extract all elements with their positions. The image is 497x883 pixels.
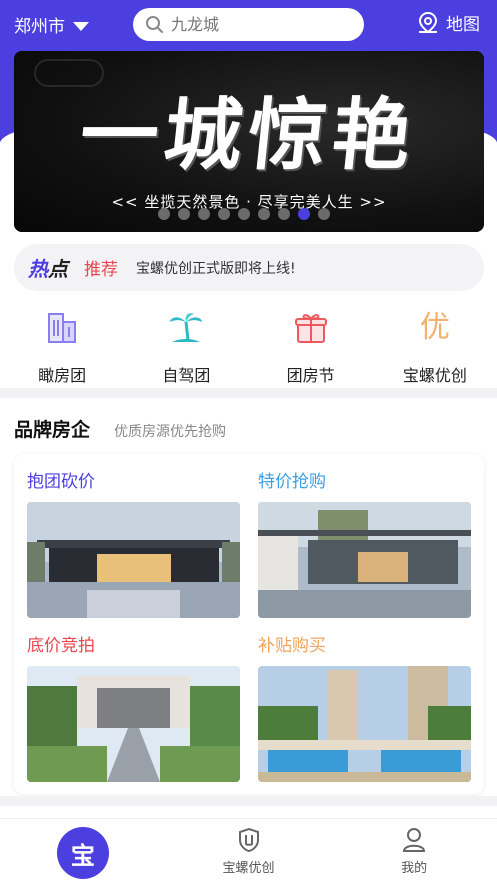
banner-title: 一城惊艳: [75, 90, 422, 181]
map-button[interactable]: 地图: [416, 10, 480, 35]
section-divider: [0, 388, 497, 398]
you-badge-icon: 优: [415, 308, 455, 348]
you-glyph: 优: [419, 310, 450, 345]
section-divider: [0, 796, 497, 806]
carousel-dot[interactable]: [218, 208, 230, 220]
carousel-dot[interactable]: [198, 208, 210, 220]
carousel-dot[interactable]: [278, 208, 290, 220]
search-bar[interactable]: [133, 8, 364, 41]
carousel-dot[interactable]: [318, 208, 330, 220]
map-pin-icon: [418, 11, 438, 33]
news-ticker[interactable]: 热点 推荐 宝螺优创正式版即将上线!: [14, 244, 484, 291]
tile-label-baotuan[interactable]: 抱团砍价: [27, 467, 95, 492]
category-label: 宝螺优创: [402, 366, 467, 385]
home-bao-icon: 宝: [56, 827, 109, 879]
tab-home[interactable]: 宝: [0, 819, 166, 883]
bottom-tab-bar: 宝 宝螺优创 我的: [0, 818, 497, 883]
section-subtitle: 优质房源优先抢购: [114, 424, 226, 440]
search-icon: [146, 15, 163, 33]
hot-logo: 热点: [28, 253, 68, 282]
recommend-tag: 推荐: [84, 260, 118, 280]
category-kanfangtuan[interactable]: 瞰房团: [0, 300, 124, 386]
promo-banner[interactable]: 一城惊艳 << 坐揽天然景色 · 尽享完美人生 >>: [14, 51, 484, 232]
category-zijiatuan[interactable]: 自驾团: [124, 300, 248, 386]
hot-logo-b: 点: [48, 257, 68, 281]
gift-icon: [291, 308, 331, 348]
brand-card: 抱团砍价 特价抢购 底价竞拍 补贴购买: [14, 454, 484, 794]
palm-tree-icon: [166, 308, 206, 348]
carousel-dot[interactable]: [298, 208, 310, 220]
search-input[interactable]: [171, 15, 351, 34]
category-label: 瞰房团: [38, 366, 87, 385]
tile-label-butie[interactable]: 补贴购买: [258, 631, 326, 656]
category-grid: 瞰房团 自驾团 团房节 优 宝螺优创: [0, 300, 497, 386]
category-label: 自驾团: [162, 366, 211, 385]
map-label: 地图: [446, 15, 480, 35]
carousel-dot[interactable]: [238, 208, 250, 220]
tile-label-tejia[interactable]: 特价抢购: [258, 467, 326, 492]
photo-pool-garden[interactable]: [258, 666, 471, 782]
hot-logo-a: 热: [28, 257, 48, 281]
category-tuanfangjie[interactable]: 团房节: [249, 300, 373, 386]
caret-down-icon: [73, 21, 89, 31]
carousel-dot[interactable]: [258, 208, 270, 220]
carousel-dot[interactable]: [158, 208, 170, 220]
shield-icon: [238, 827, 259, 852]
category-baoluoyouchuang[interactable]: 优 宝螺优创: [373, 300, 497, 386]
carousel-indicator[interactable]: [158, 208, 330, 220]
tab-label: 宝螺优创: [222, 860, 275, 876]
news-text: 宝螺优创正式版即将上线!: [136, 260, 296, 277]
city-selector[interactable]: 郑州市: [14, 12, 89, 37]
section-title: 品牌房企: [14, 419, 91, 441]
tab-label: 我的: [401, 860, 428, 876]
carousel-dot[interactable]: [178, 208, 190, 220]
tab-mine[interactable]: 我的: [331, 819, 497, 883]
tab-baoluoyouchuang[interactable]: 宝螺优创: [166, 819, 332, 883]
user-icon: [403, 827, 426, 852]
photo-courtyard[interactable]: [27, 666, 240, 782]
photo-modern-sales-center[interactable]: [258, 502, 471, 618]
category-label: 团房节: [286, 366, 335, 385]
tile-label-dijia[interactable]: 底价竞拍: [27, 631, 95, 656]
photo-pavilion-day[interactable]: [27, 502, 240, 618]
city-label: 郑州市: [14, 17, 65, 37]
building-icon: [42, 308, 82, 348]
